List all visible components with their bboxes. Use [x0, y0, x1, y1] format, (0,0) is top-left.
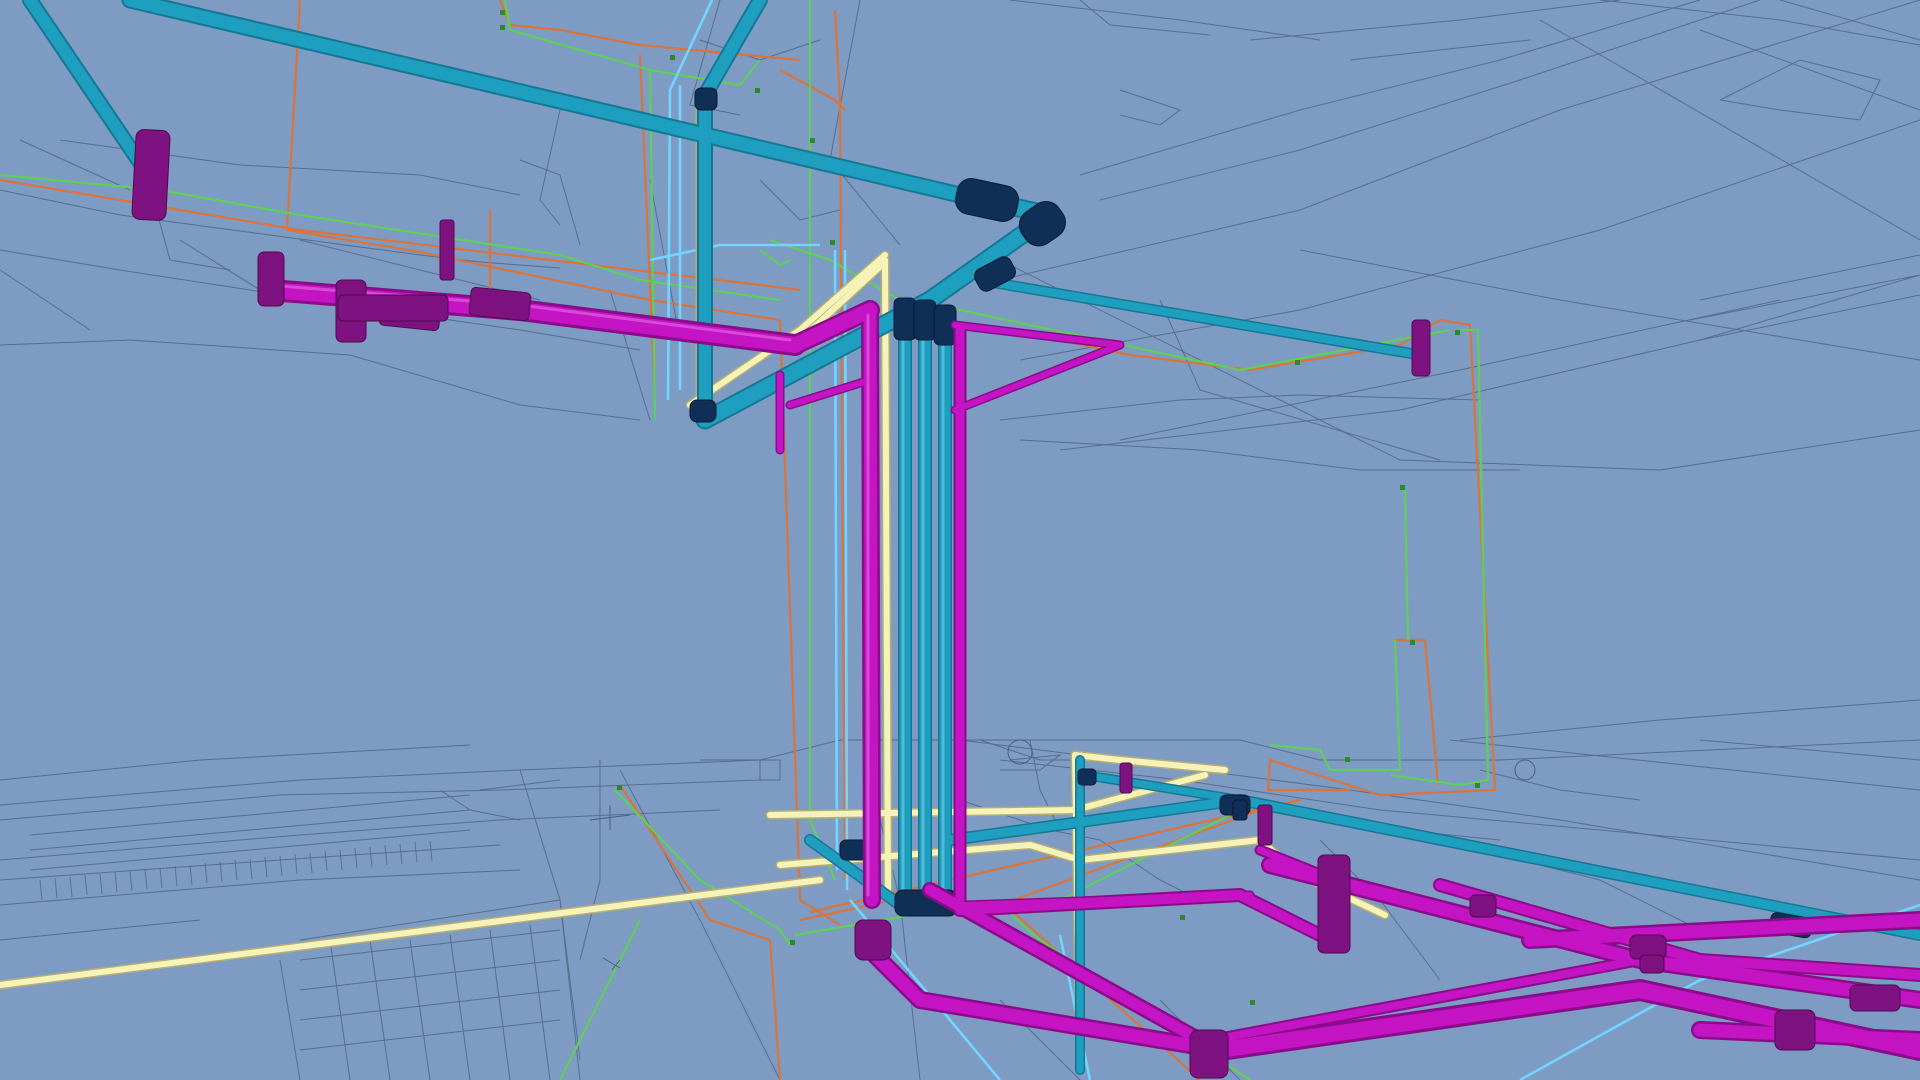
3d-model-viewport[interactable] [0, 0, 1920, 1080]
floor-plan-grille [39, 840, 433, 901]
cream-pipe-system [0, 95, 1390, 1075]
thin-green-lines [0, 0, 1490, 1080]
bim-pipe-scene[interactable] [0, 0, 1920, 1080]
